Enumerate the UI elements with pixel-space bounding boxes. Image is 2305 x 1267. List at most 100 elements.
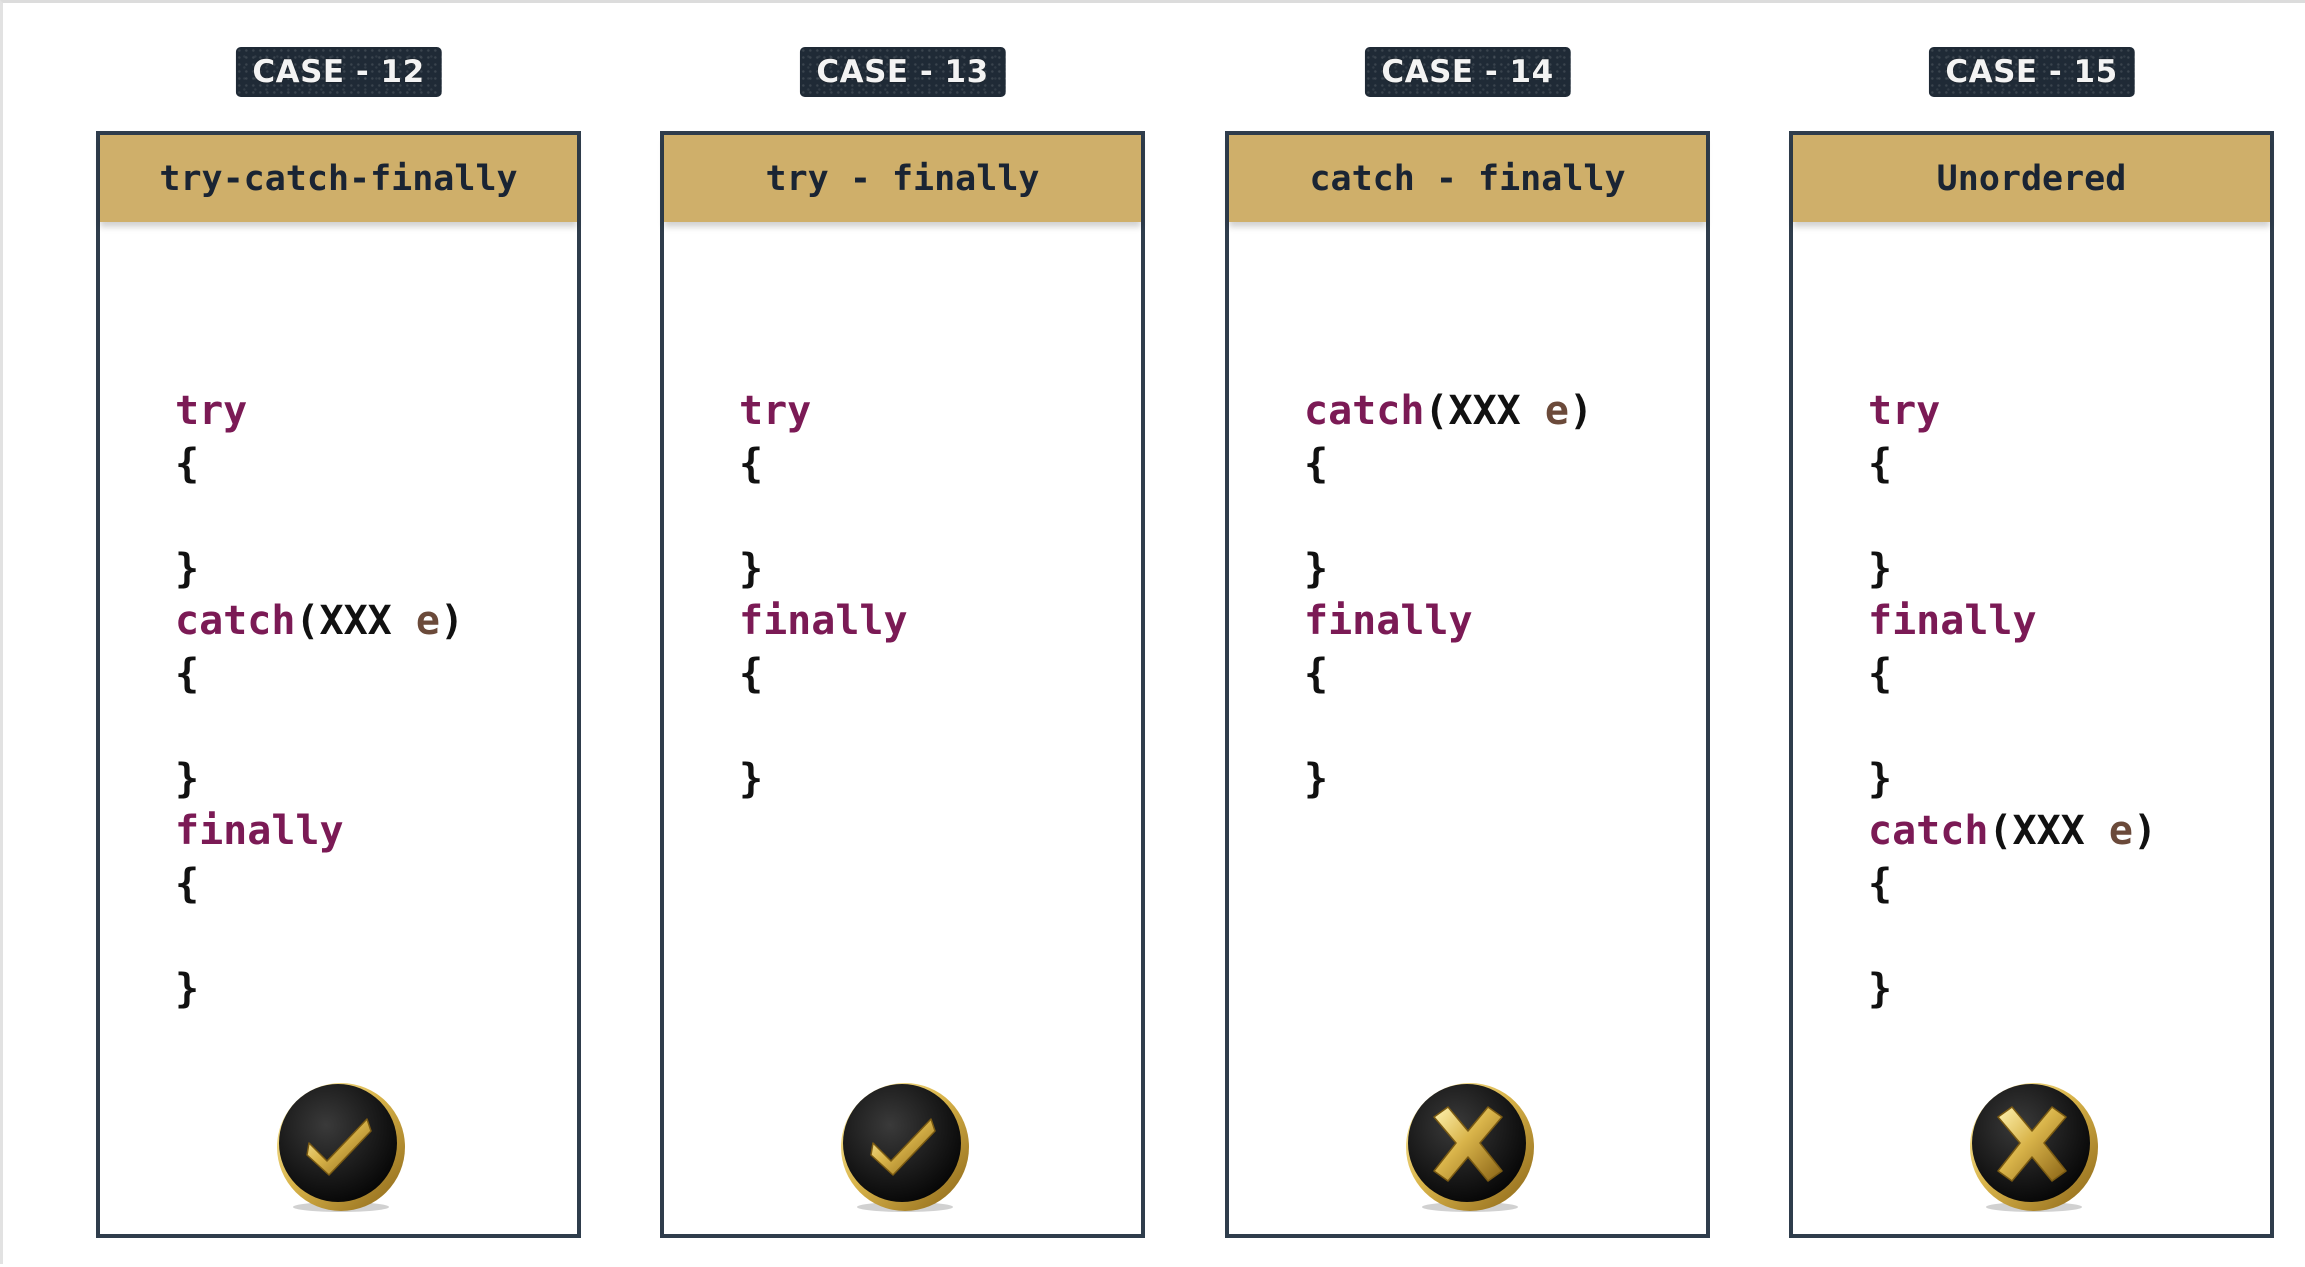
panel-header: catch - finally <box>1229 135 1706 222</box>
code-punctuation: } <box>175 755 200 802</box>
code-punctuation: ( <box>295 598 320 644</box>
code-keyword: finally <box>1868 598 2037 644</box>
code-line: finally <box>1868 595 2157 648</box>
code-punctuation: { <box>739 650 764 697</box>
slide-frame: CASE - 12 try-catch-finally try{} catch(X… <box>0 0 2305 1264</box>
code-punctuation: { <box>739 440 764 487</box>
code-punctuation: ( <box>1988 808 2013 854</box>
gold-cross-icon <box>1969 1083 2098 1212</box>
code-block: try{} finally{} catch(XXX e){} <box>1868 385 2157 1015</box>
gold-check-icon <box>840 1083 969 1212</box>
code-line: { <box>739 648 908 701</box>
code-line: } <box>175 963 464 1016</box>
code-keyword: try <box>1868 388 1941 434</box>
code-variable: e <box>415 598 440 644</box>
code-line: try <box>1868 385 2157 438</box>
code-line: catch(XXX e) <box>1304 385 1593 438</box>
case-panel: try-catch-finally try{} catch(XXX e){} fin… <box>96 131 581 1238</box>
code-line: } <box>1868 543 2157 596</box>
case-12-column: CASE - 12 try-catch-finally try{} catch(X… <box>96 3 581 1267</box>
code-keyword: finally <box>739 598 908 644</box>
case-badge: CASE - 15 <box>1928 47 2134 97</box>
code-punctuation: } <box>1304 755 1329 802</box>
code-keyword: finally <box>1304 598 1473 644</box>
code-punctuation <box>1521 388 1545 434</box>
code-line: } <box>739 543 908 596</box>
code-line: } <box>175 543 464 596</box>
code-line: catch(XXX e) <box>1868 805 2157 858</box>
code-punctuation: } <box>1304 545 1329 592</box>
code-keyword: finally <box>175 808 344 854</box>
code-line: try <box>175 385 464 438</box>
code-line: } <box>175 753 464 806</box>
case-panel: catch - finally catch(XXX e){} finally{} <box>1225 131 1710 1238</box>
code-punctuation: } <box>1868 755 1893 802</box>
code-variable: e <box>1544 388 1569 434</box>
code-punctuation: { <box>1868 440 1893 487</box>
code-punctuation: { <box>175 650 200 697</box>
code-line: } <box>1868 753 2157 806</box>
code-keyword: catch <box>1868 808 1989 854</box>
code-line: finally <box>1304 595 1593 648</box>
code-punctuation: ) <box>439 598 465 644</box>
gold-cross-icon <box>1405 1083 1534 1212</box>
case-badge: CASE - 14 <box>1364 47 1570 97</box>
panel-header: try-catch-finally <box>100 135 577 222</box>
case-14-column: CASE - 14 catch - finally catch(XXX e){}… <box>1225 3 1710 1267</box>
code-punctuation <box>2085 808 2109 854</box>
code-punctuation: ( <box>1424 388 1449 434</box>
code-punctuation: { <box>175 860 200 907</box>
code-line: try <box>739 385 908 438</box>
code-keyword: catch <box>1304 388 1425 434</box>
code-punctuation: { <box>1868 650 1893 697</box>
code-punctuation: { <box>1304 440 1329 487</box>
code-line: { <box>1304 438 1593 491</box>
code-line: { <box>1868 438 2157 491</box>
case-13-column: CASE - 13 try - finally try {} finally {} <box>660 3 1145 1267</box>
code-line: { <box>1868 858 2157 911</box>
case-panel: Unordered try{} finally{} catch(XXX e){} <box>1789 131 2274 1238</box>
code-keyword: try <box>739 388 812 434</box>
code-line: { <box>1868 648 2157 701</box>
case-badge: CASE - 13 <box>799 47 1005 97</box>
code-line: { <box>175 858 464 911</box>
code-line: { <box>1304 648 1593 701</box>
code-punctuation: } <box>1868 965 1893 1012</box>
code-punctuation: ) <box>1568 388 1594 434</box>
code-keyword: try <box>175 388 248 434</box>
code-punctuation: } <box>739 755 764 802</box>
case-15-column: CASE - 15 Unordered try{} finally{} catch(… <box>1789 3 2274 1267</box>
code-class-name: XXX <box>319 598 392 644</box>
code-line: { <box>739 438 908 491</box>
code-line: } <box>739 753 908 806</box>
code-block: try {} finally {} <box>739 385 908 805</box>
code-punctuation: { <box>1868 860 1893 907</box>
code-punctuation: } <box>175 545 200 592</box>
code-block: try{} catch(XXX e){} finally{} <box>175 385 464 1015</box>
code-punctuation: { <box>1304 650 1329 697</box>
code-line: finally <box>739 595 908 648</box>
code-punctuation <box>392 598 416 644</box>
panel-header: try - finally <box>664 135 1141 222</box>
code-block: catch(XXX e){} finally{} <box>1304 385 1593 805</box>
code-punctuation: ) <box>2132 808 2158 854</box>
code-line: } <box>1868 963 2157 1016</box>
code-punctuation: } <box>175 965 200 1012</box>
gold-check-icon <box>276 1083 405 1212</box>
code-variable: e <box>2108 808 2133 854</box>
case-panel: try - finally try {} finally {} <box>660 131 1145 1238</box>
code-line: } <box>1304 753 1593 806</box>
code-punctuation: } <box>1868 545 1893 592</box>
code-line: { <box>175 438 464 491</box>
code-keyword: catch <box>175 598 296 644</box>
code-line: { <box>175 648 464 701</box>
code-line: } <box>1304 543 1593 596</box>
